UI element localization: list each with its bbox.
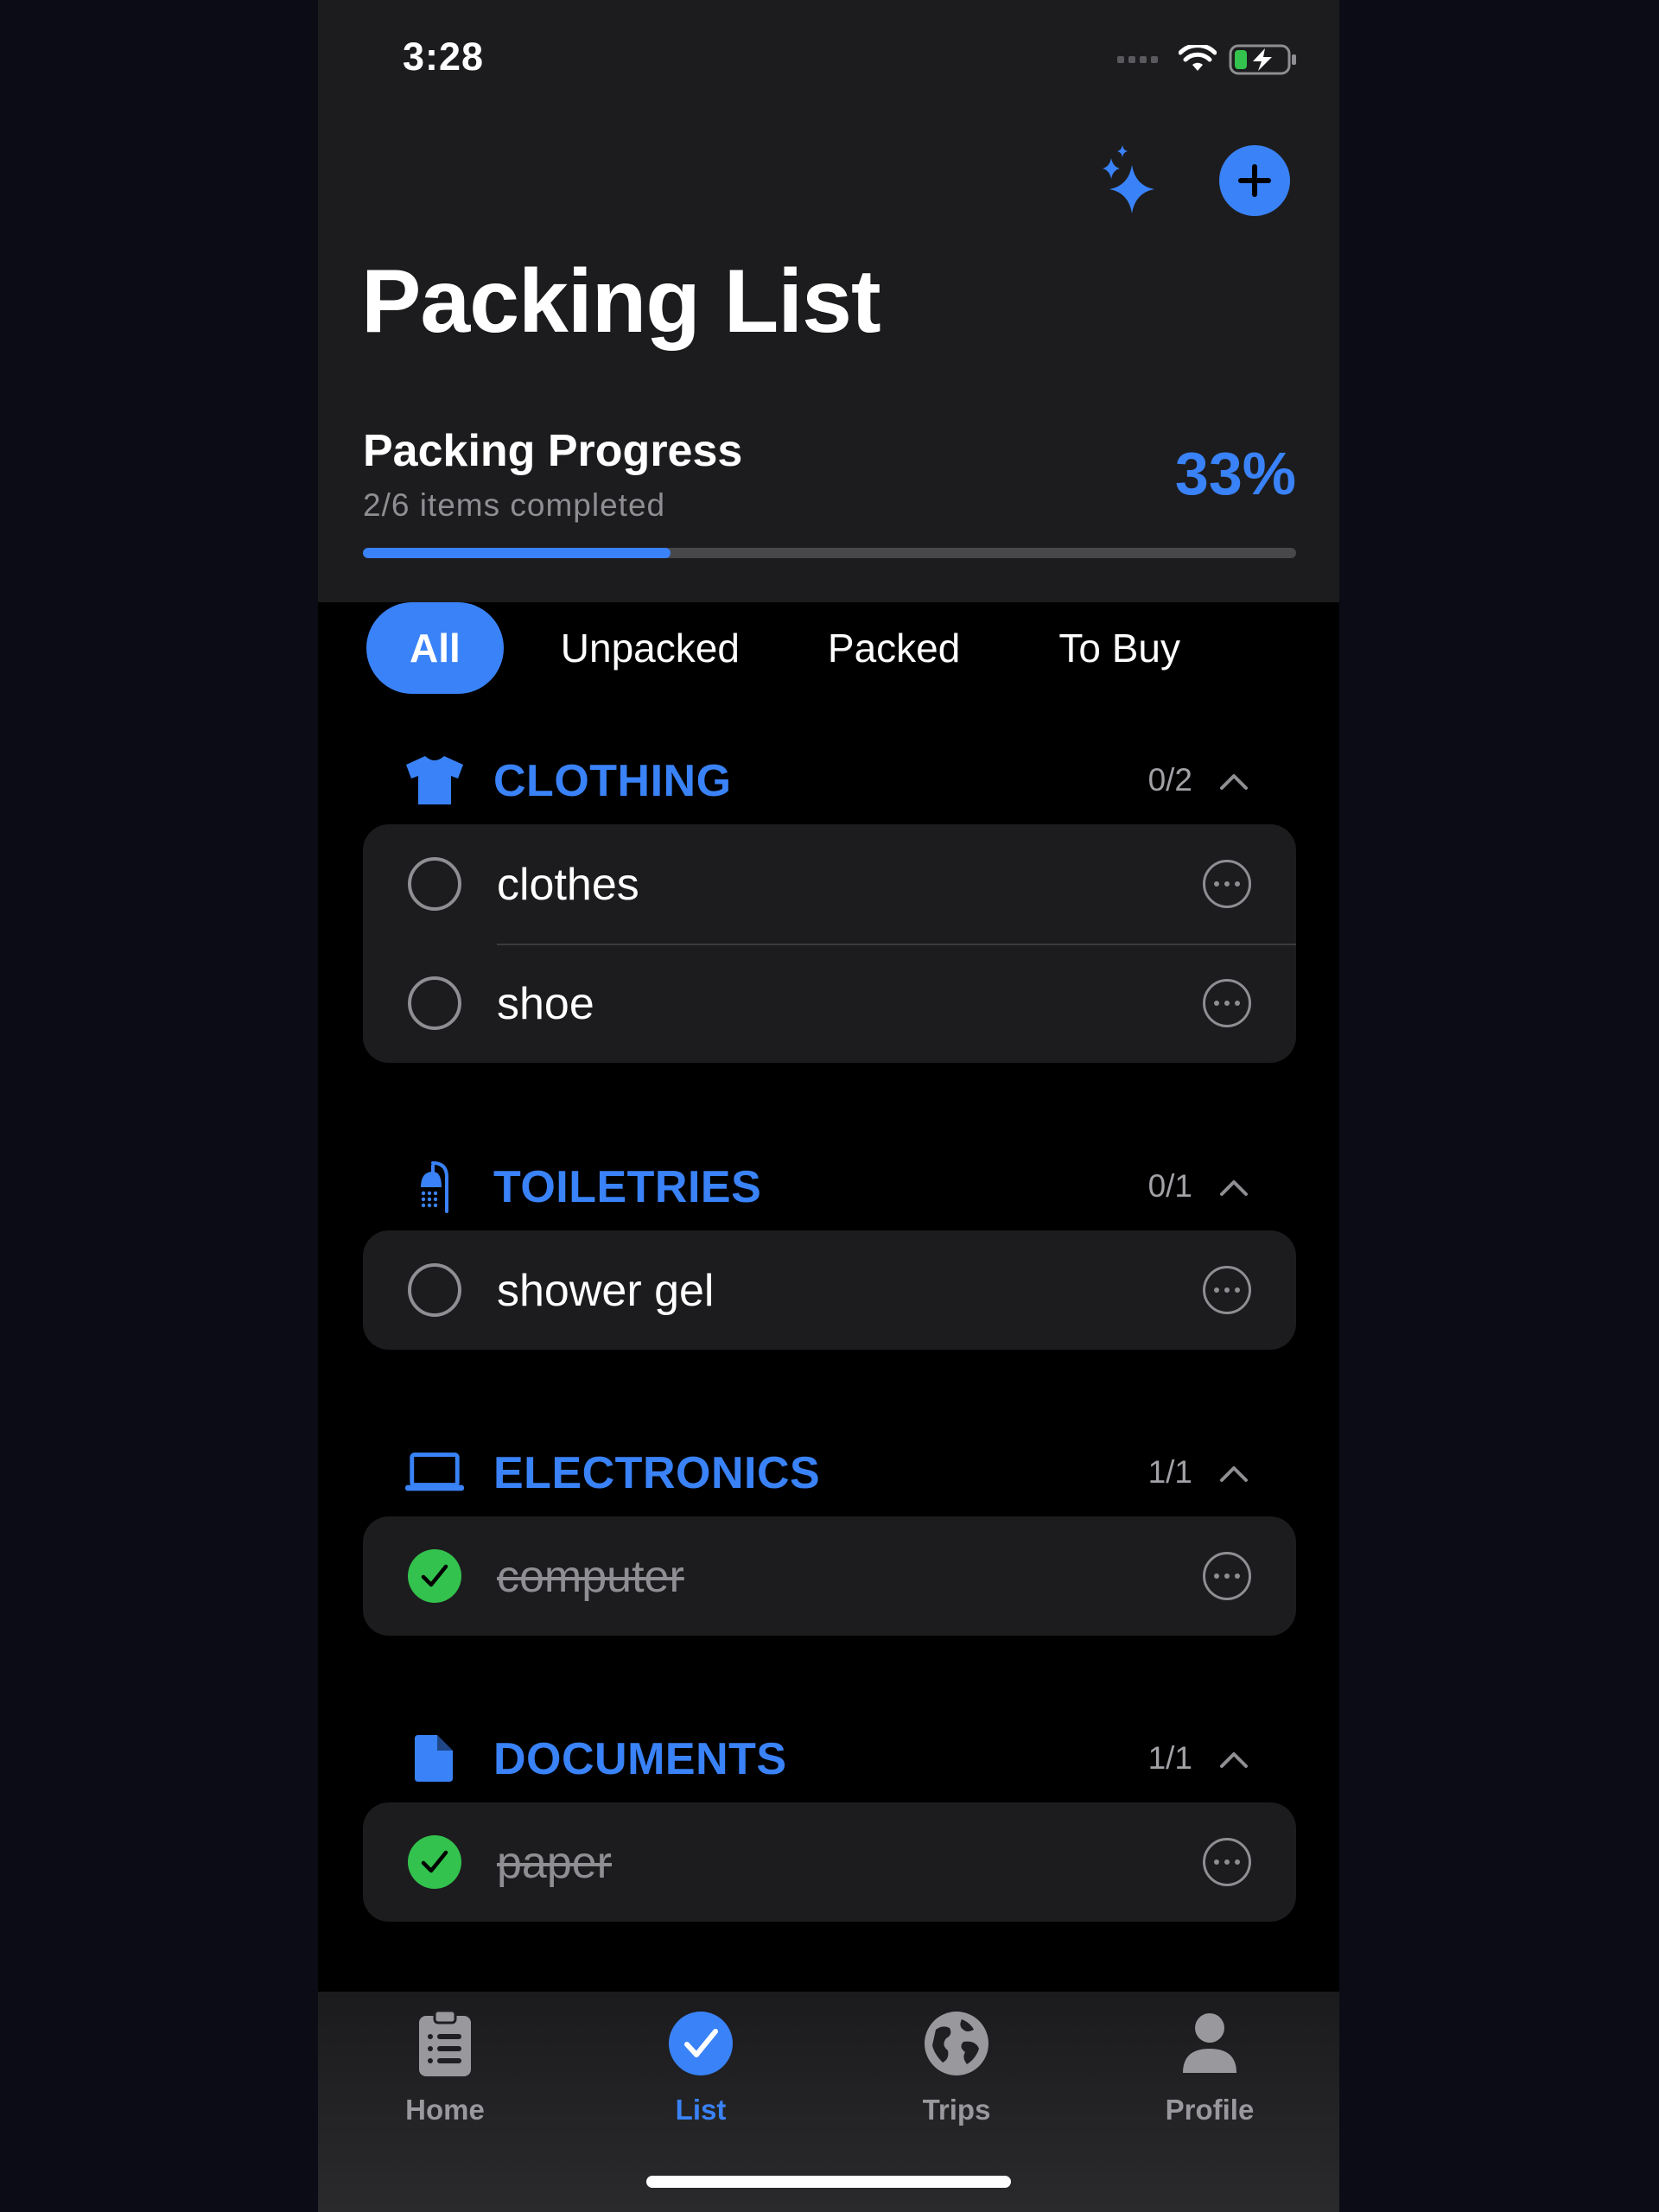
- cellular-signal-icon: [1117, 56, 1158, 63]
- item-label: clothes: [497, 860, 639, 910]
- progress-bar: [363, 548, 1296, 558]
- page-title: Packing List: [361, 251, 881, 352]
- status-time: 3:28: [403, 35, 485, 79]
- battery-charging-icon: [1229, 44, 1296, 75]
- section-count: 1/1: [1147, 1740, 1192, 1776]
- list-item[interactable]: shower gel: [363, 1230, 1296, 1350]
- unchecked-circle-icon[interactable]: [408, 1263, 461, 1317]
- list-item[interactable]: computer: [363, 1516, 1296, 1636]
- section-card-clothing: clothes shoe: [363, 824, 1296, 1063]
- more-options-icon[interactable]: [1203, 1838, 1251, 1886]
- tab-label: Profile: [1165, 2094, 1255, 2126]
- home-indicator[interactable]: [646, 2176, 1011, 2188]
- chevron-up-icon[interactable]: [1217, 766, 1251, 797]
- tab-label: Home: [405, 2094, 485, 2126]
- tab-profile[interactable]: Profile: [1123, 2009, 1296, 2147]
- shower-icon: [404, 1160, 465, 1213]
- item-label: shower gel: [497, 1266, 715, 1316]
- row-divider: [497, 944, 1296, 945]
- section-header-clothing[interactable]: CLOTHING 0/2: [318, 745, 1339, 814]
- item-label: computer: [497, 1552, 684, 1602]
- more-options-icon[interactable]: [1203, 1266, 1251, 1314]
- tab-home[interactable]: Home: [359, 2009, 531, 2147]
- ai-suggest-button[interactable]: [1096, 141, 1172, 217]
- filter-tab-all[interactable]: All: [366, 602, 504, 694]
- section-count: 1/1: [1147, 1454, 1192, 1490]
- filter-tabs: All Unpacked Packed To Buy: [366, 602, 1215, 694]
- checkmark-circle-icon[interactable]: [408, 1549, 461, 1603]
- more-options-icon[interactable]: [1203, 1552, 1251, 1600]
- laptop-icon: [404, 1446, 465, 1499]
- plus-icon: [1238, 164, 1271, 197]
- chevron-up-icon[interactable]: [1217, 1458, 1251, 1489]
- globe-icon: [922, 2009, 991, 2078]
- status-icons: [1117, 43, 1298, 76]
- section-title: DOCUMENTS: [493, 1734, 787, 1784]
- checkmark-circle-icon: [666, 2009, 735, 2078]
- unchecked-circle-icon[interactable]: [408, 857, 461, 911]
- tab-list[interactable]: List: [614, 2009, 787, 2147]
- section-count: 0/1: [1147, 1168, 1192, 1204]
- tab-bar: Home List Trips Profile: [318, 1992, 1339, 2212]
- section-title: ELECTRONICS: [493, 1448, 821, 1498]
- section-header-documents[interactable]: DOCUMENTS 1/1: [318, 1723, 1339, 1792]
- filter-tab-to-buy[interactable]: To Buy: [1005, 602, 1215, 694]
- progress-title: Packing Progress: [363, 426, 743, 476]
- list-item[interactable]: paper: [363, 1802, 1296, 1922]
- tshirt-icon: [404, 753, 465, 807]
- section-title: TOILETRIES: [493, 1162, 762, 1212]
- tab-trips[interactable]: Trips: [870, 2009, 1043, 2147]
- filter-tab-packed[interactable]: Packed: [783, 602, 1005, 694]
- section-header-toiletries[interactable]: TOILETRIES 0/1: [318, 1151, 1339, 1220]
- section-title: CLOTHING: [493, 756, 732, 806]
- more-options-icon[interactable]: [1203, 979, 1251, 1027]
- clipboard-list-icon: [410, 2009, 480, 2078]
- item-label: shoe: [497, 979, 594, 1029]
- tab-label: Trips: [922, 2094, 991, 2126]
- sparkles-icon: [1103, 145, 1154, 213]
- section-card-electronics: computer: [363, 1516, 1296, 1636]
- person-icon: [1175, 2009, 1244, 2078]
- item-label: paper: [497, 1838, 612, 1888]
- list-item[interactable]: clothes: [363, 824, 1296, 944]
- more-options-icon[interactable]: [1203, 860, 1251, 908]
- header-panel: 3:28 Packing List Packing Progress 2/6 i…: [318, 0, 1339, 602]
- section-card-documents: paper: [363, 1802, 1296, 1922]
- section-count: 0/2: [1147, 762, 1192, 798]
- wifi-icon: [1179, 45, 1217, 71]
- progress-percent: 33%: [1174, 440, 1296, 507]
- add-item-button[interactable]: [1219, 145, 1290, 216]
- chevron-up-icon[interactable]: [1217, 1744, 1251, 1775]
- progress-bar-fill: [363, 548, 671, 558]
- filter-tab-unpacked[interactable]: Unpacked: [516, 602, 783, 694]
- section-header-electronics[interactable]: ELECTRONICS 1/1: [318, 1437, 1339, 1506]
- unchecked-circle-icon[interactable]: [408, 976, 461, 1030]
- section-card-toiletries: shower gel: [363, 1230, 1296, 1350]
- chevron-up-icon[interactable]: [1217, 1172, 1251, 1203]
- list-item[interactable]: shoe: [363, 944, 1296, 1063]
- progress-subtitle: 2/6 items completed: [363, 487, 666, 523]
- document-icon: [404, 1732, 465, 1785]
- app-screen: 3:28 Packing List Packing Progress 2/6 i…: [318, 0, 1339, 2212]
- checkmark-circle-icon[interactable]: [408, 1835, 461, 1889]
- tab-label: List: [675, 2094, 727, 2126]
